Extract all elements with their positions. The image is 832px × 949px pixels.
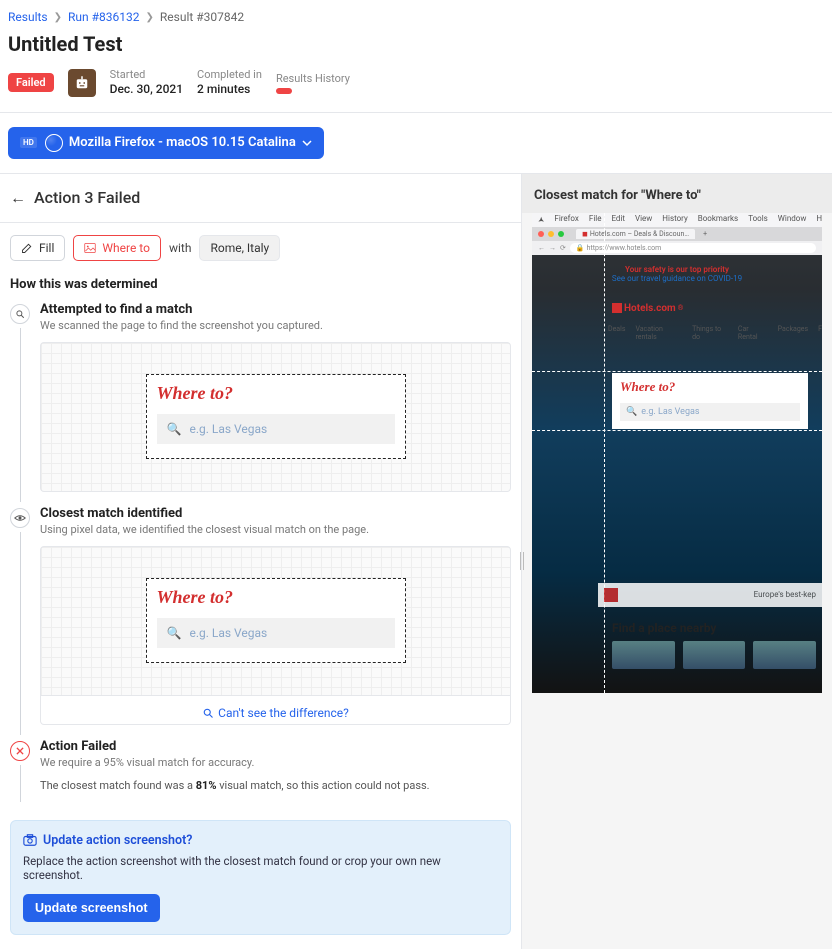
browser-selector[interactable]: HD Mozilla Firefox - macOS 10.15 Catalin… (8, 127, 324, 159)
status-badge-failed: Failed (8, 73, 54, 92)
action-value-chip[interactable]: Rome, Italy (199, 235, 280, 261)
history-bar-icon (276, 88, 292, 94)
page-preview[interactable]: 🟂 FirefoxFileEditViewHistoryBookmarksToo… (532, 213, 822, 693)
x-icon (10, 741, 30, 761)
chevron-right-icon: ❯ (54, 12, 62, 23)
breadcrumb-run[interactable]: Run #836132 (68, 10, 139, 24)
magnify-icon: 🔍 (167, 422, 182, 436)
magnify-icon: 🔍 (167, 626, 182, 640)
camera-icon (23, 833, 37, 847)
eye-icon (10, 508, 30, 528)
step1-sub: We scanned the page to find the screensh… (40, 319, 511, 332)
preview-searchbar: Europe's best-kep (598, 583, 822, 607)
step2-title: Closest match identified (40, 506, 511, 521)
avatar[interactable] (68, 69, 96, 97)
robot-icon (73, 74, 91, 92)
step1-title: Attempted to find a match (40, 302, 511, 317)
preview-match-region: Where to? 🔍e.g. Las Vegas (532, 371, 822, 431)
magnify-icon (202, 707, 214, 719)
meta-started: Started Dec. 30, 2021 (110, 68, 183, 98)
step3-sub: We require a 95% visual match for accura… (40, 756, 511, 769)
update-panel: Update action screenshot? Replace the ac… (10, 820, 511, 935)
preview-nav: DealsVacation rentalsThings to doCar Ren… (608, 325, 822, 341)
meta-history[interactable]: Results History (276, 72, 350, 94)
pane-splitter[interactable] (518, 549, 526, 573)
preview-menubar: 🟂 FirefoxFileEditViewHistoryBookmarksToo… (532, 213, 822, 227)
lock-icon: 🔒 (576, 244, 585, 252)
preview-tabbar: ◼Hotels.com – Deals & Discoun… + (532, 227, 822, 241)
update-sub: Replace the action screenshot with the c… (23, 854, 498, 882)
action-params: Fill Where to with Rome, Italy (0, 223, 521, 273)
preview-addressbar: ←→⟳ 🔒https://www.hotels.com (532, 241, 822, 255)
page-title: Untitled Test (8, 32, 824, 56)
meta-completed: Completed in 2 minutes (197, 68, 262, 98)
step2-sub: Using pixel data, we identified the clos… (40, 523, 511, 536)
magnify-icon: 🔍 (626, 407, 637, 417)
preview-logo: Hotels.com® (612, 303, 683, 314)
breadcrumb-results[interactable]: Results (8, 10, 48, 24)
browser-label: Mozilla Firefox - macOS 10.15 Catalina (69, 135, 296, 150)
chevron-right-icon: ❯ (145, 12, 153, 23)
update-screenshot-button[interactable]: Update screenshot (23, 894, 160, 922)
preview-thumbs (612, 641, 816, 669)
update-heading: Update action screenshot? (43, 833, 192, 848)
match-screenshot: Where to? 🔍 e.g. Las Vegas (40, 546, 511, 696)
original-screenshot: Where to? 🔍 e.g. Las Vegas (40, 342, 511, 492)
action-title: Action 3 Failed (34, 188, 140, 207)
firefox-icon (45, 134, 63, 152)
preview-banner: Your safety is our top priority See our … (612, 265, 742, 283)
action-with-label: with (169, 241, 191, 255)
hd-badge: HD (20, 137, 37, 148)
back-arrow-icon[interactable]: ← (10, 188, 26, 208)
edit-icon (21, 242, 33, 254)
image-icon (84, 242, 96, 254)
breadcrumb-result: Result #307842 (160, 10, 244, 24)
see-difference-link[interactable]: Can't see the difference? (40, 696, 511, 725)
breadcrumb: Results ❯ Run #836132 ❯ Result #307842 (0, 0, 832, 28)
apple-icon: 🟂 (538, 214, 544, 226)
preview-nearby-label: Find a place nearby (612, 621, 716, 635)
action-target-chip[interactable]: Where to (73, 235, 161, 261)
search-icon (10, 304, 30, 324)
chevron-down-icon (302, 138, 312, 148)
determined-heading: How this was determined (0, 273, 521, 302)
match-percent-text: The closest match found was a 81% visual… (40, 779, 511, 792)
action-verb-chip[interactable]: Fill (10, 235, 65, 261)
step3-title: Action Failed (40, 739, 511, 754)
closest-match-header: Closest match for "Where to" (522, 174, 832, 213)
